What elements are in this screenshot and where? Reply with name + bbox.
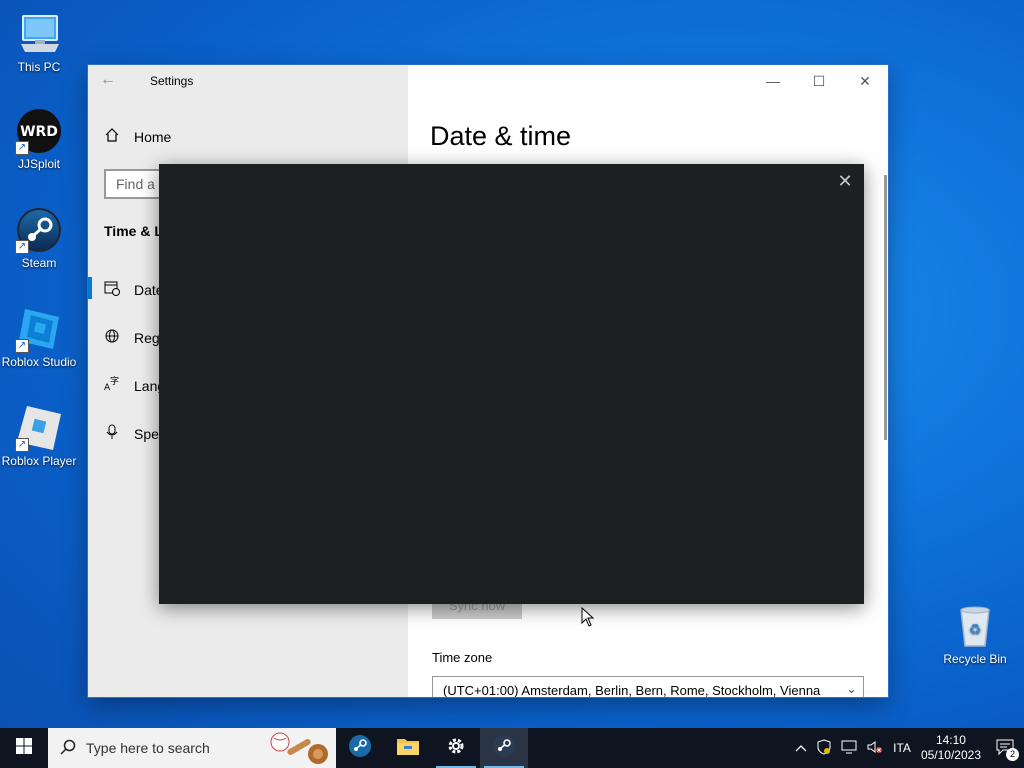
steam-icon bbox=[492, 734, 516, 763]
page-title: Date & time bbox=[430, 121, 572, 151]
desktop-icon-roblox-player[interactable]: ↗ Roblox Player bbox=[0, 404, 78, 468]
nav-item-label: Spe bbox=[134, 425, 159, 442]
svg-text:WRD: WRD bbox=[20, 124, 58, 140]
taskbar-search-box[interactable]: Type here to search bbox=[48, 728, 336, 768]
recycle-bin-icon: ♻ bbox=[951, 602, 999, 650]
desktop-icon-roblox-studio[interactable]: ↗ Roblox Studio bbox=[0, 305, 78, 369]
mouse-cursor-icon bbox=[581, 606, 595, 632]
nav-home[interactable]: Home bbox=[104, 127, 171, 146]
system-tray: ITA 14:10 05/10/2023 2 bbox=[790, 728, 1024, 768]
desktop-icon-label: Roblox Player bbox=[1, 454, 77, 468]
svg-text:字: 字 bbox=[110, 376, 119, 387]
desktop-icon-this-pc[interactable]: This PC bbox=[0, 10, 78, 74]
desktop-icon-label: Steam bbox=[21, 256, 57, 270]
maximize-button[interactable]: ☐ bbox=[796, 65, 842, 97]
nav-item-speech[interactable]: Spe bbox=[104, 424, 159, 443]
taskbar: Type here to search ITA 14:10 05/10/2023… bbox=[0, 728, 1024, 768]
volume-muted-icon[interactable] bbox=[867, 740, 883, 757]
shortcut-arrow-icon: ↗ bbox=[15, 438, 29, 452]
clock-date: 05/10/2023 bbox=[920, 748, 981, 762]
network-icon[interactable] bbox=[841, 740, 857, 757]
clock-time: 14:10 bbox=[935, 733, 966, 747]
language-icon: A字 bbox=[104, 375, 120, 395]
nav-item-language[interactable]: A字 Lang bbox=[104, 375, 165, 395]
globe-icon bbox=[104, 328, 120, 347]
taskbar-app-steam-active[interactable] bbox=[480, 728, 528, 768]
desktop-icon-label: This PC bbox=[17, 60, 61, 74]
minimize-button[interactable]: — bbox=[750, 65, 796, 97]
active-indicator bbox=[88, 277, 92, 299]
desktop-icon-recycle-bin[interactable]: ♻ Recycle Bin bbox=[940, 602, 1010, 666]
window-title: Settings bbox=[150, 74, 194, 88]
taskbar-search-placeholder: Type here to search bbox=[86, 740, 210, 756]
microphone-icon bbox=[104, 424, 120, 443]
settings-gear-icon bbox=[445, 735, 467, 762]
file-explorer-icon bbox=[396, 735, 420, 762]
notifications-badge: 2 bbox=[1006, 748, 1019, 761]
nav-item-label: Reg bbox=[134, 329, 160, 346]
back-arrow-icon[interactable]: ← bbox=[100, 71, 124, 91]
language-indicator[interactable]: ITA bbox=[893, 741, 911, 755]
desktop: This PC WRD ↗ JJSploit ↗ Steam ↗ Roblox … bbox=[0, 0, 1024, 768]
roblox-player-icon: ↗ bbox=[15, 404, 63, 452]
start-button[interactable] bbox=[0, 728, 48, 768]
security-shield-icon[interactable] bbox=[817, 738, 831, 758]
desktop-icon-jjsploit[interactable]: WRD ↗ JJSploit bbox=[0, 107, 78, 171]
dark-overlay-dialog: ✕ bbox=[159, 164, 864, 604]
scrollbar[interactable] bbox=[884, 175, 887, 440]
home-icon bbox=[104, 127, 120, 146]
section-heading: Time & L bbox=[104, 223, 163, 239]
notifications-button[interactable]: 2 bbox=[991, 734, 1019, 762]
search-highlight-icon bbox=[268, 730, 332, 768]
close-icon[interactable]: ✕ bbox=[834, 170, 856, 192]
chevron-up-icon[interactable] bbox=[795, 741, 807, 755]
close-button[interactable]: ✕ bbox=[842, 65, 888, 97]
svg-text:♻: ♻ bbox=[969, 622, 982, 638]
windows-logo-icon bbox=[16, 737, 32, 759]
search-icon bbox=[60, 739, 76, 758]
steam-icon: ↗ bbox=[15, 206, 63, 254]
nav-item-date-time[interactable]: Date bbox=[104, 280, 164, 299]
chevron-down-icon: ⌄ bbox=[846, 681, 857, 696]
taskbar-app-file-explorer[interactable] bbox=[384, 728, 432, 768]
desktop-icon-steam[interactable]: ↗ Steam bbox=[0, 206, 78, 270]
taskbar-app-settings[interactable] bbox=[432, 728, 480, 768]
desktop-icon-label: JJSploit bbox=[17, 157, 61, 171]
shortcut-arrow-icon: ↗ bbox=[15, 240, 29, 254]
shortcut-arrow-icon: ↗ bbox=[15, 141, 29, 155]
time-zone-value: (UTC+01:00) Amsterdam, Berlin, Bern, Rom… bbox=[443, 683, 821, 697]
calendar-clock-icon bbox=[104, 280, 120, 299]
computer-icon bbox=[15, 10, 63, 58]
time-zone-select[interactable]: (UTC+01:00) Amsterdam, Berlin, Bern, Rom… bbox=[432, 676, 864, 697]
taskbar-app-steam[interactable] bbox=[336, 728, 384, 768]
nav-item-region[interactable]: Reg bbox=[104, 328, 160, 347]
desktop-icon-label: Recycle Bin bbox=[943, 652, 1007, 666]
steam-icon bbox=[348, 734, 372, 763]
nav-home-label: Home bbox=[134, 128, 172, 145]
time-zone-label: Time zone bbox=[432, 650, 493, 665]
jjsploit-icon: WRD ↗ bbox=[15, 107, 63, 155]
clock[interactable]: 14:10 05/10/2023 bbox=[921, 733, 981, 763]
desktop-icon-label: Roblox Studio bbox=[1, 355, 77, 369]
shortcut-arrow-icon: ↗ bbox=[15, 339, 29, 353]
roblox-studio-icon: ↗ bbox=[15, 305, 63, 353]
